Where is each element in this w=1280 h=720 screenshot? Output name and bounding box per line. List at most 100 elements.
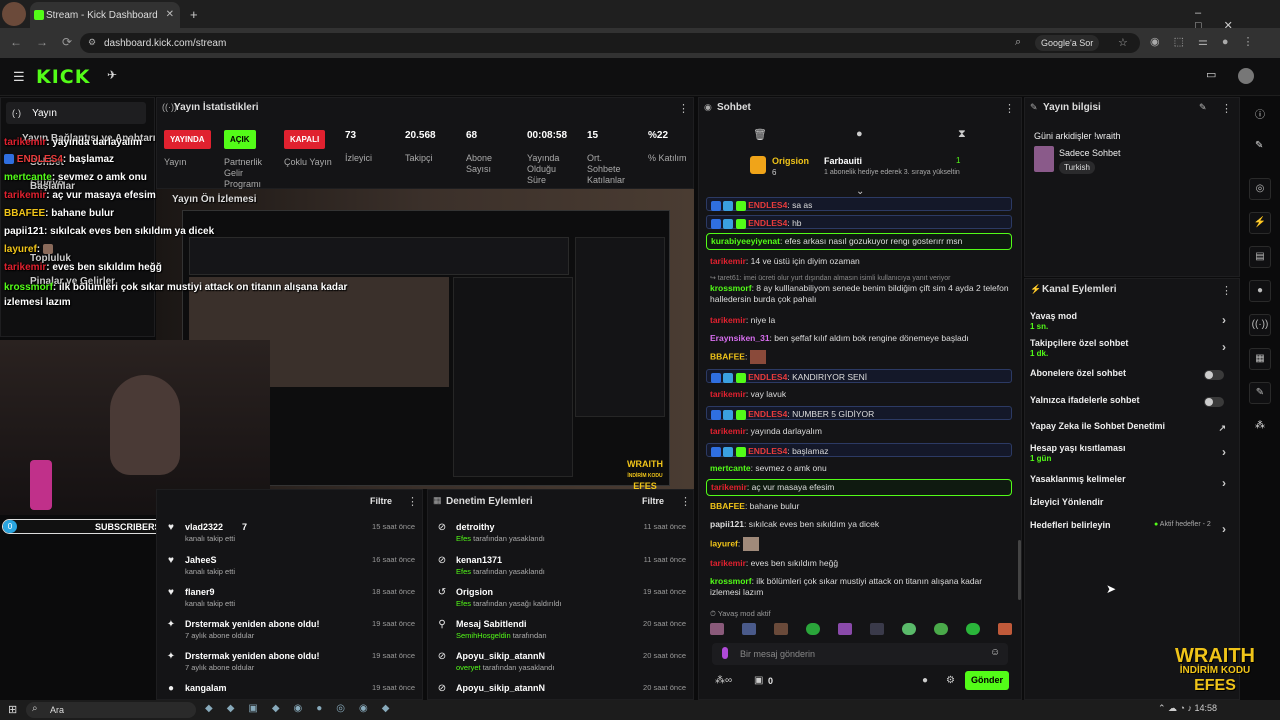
kick-logo[interactable]: KICK bbox=[36, 66, 90, 88]
toolbar-camera-icon[interactable]: ◎ bbox=[1249, 178, 1271, 200]
toolbar-bolt-icon[interactable]: ⚡ bbox=[1249, 212, 1271, 234]
chat-message[interactable]: BBAFEE: bahane bulur bbox=[710, 501, 1015, 512]
gift-icon[interactable]: ▣ bbox=[754, 675, 763, 686]
action-account-age[interactable]: Hesap yaşı kısıtlaması 1 gün › bbox=[1030, 443, 1230, 463]
chat-message[interactable]: ENDLES4: başlamaz bbox=[706, 443, 1012, 457]
settings-gear-icon[interactable]: ⚙ bbox=[946, 675, 955, 686]
emote-icon[interactable] bbox=[998, 623, 1012, 635]
emote-icon[interactable] bbox=[710, 623, 724, 635]
mic-icon[interactable] bbox=[722, 647, 728, 659]
chat-settings-bubble-icon[interactable]: ● bbox=[922, 675, 928, 686]
start-icon[interactable]: ⊞ bbox=[8, 703, 17, 716]
nav-buttons-icon[interactable]: ←→⟳ bbox=[10, 35, 86, 49]
moderation-item[interactable]: ↺ Origsion Efes tarafından yasağı kaldırıl… bbox=[438, 587, 686, 617]
hamburger-menu-icon[interactable]: ☰ bbox=[13, 69, 25, 85]
close-tab-icon[interactable]: ✕ bbox=[166, 9, 174, 20]
emote-icon[interactable] bbox=[774, 623, 788, 635]
emote-icon[interactable] bbox=[934, 623, 948, 635]
emote-icon[interactable] bbox=[902, 623, 916, 635]
chat-message[interactable]: kurabiyeeyiyenat: efes arkası nasıl gozu… bbox=[706, 233, 1012, 250]
address-bar[interactable]: ⚙ dashboard.kick.com/stream ⌕ Google'a S… bbox=[80, 33, 1140, 53]
edit-info-icon[interactable]: ✎ bbox=[1199, 102, 1207, 113]
hourglass-icon[interactable]: ⧗ bbox=[958, 128, 966, 141]
info-icon[interactable]: ⓘ bbox=[1255, 106, 1265, 121]
chat-bubble-icon[interactable]: ● bbox=[856, 128, 863, 140]
activity-item[interactable]: ✦ Drstermak yeniden abone oldu! 7 aylık ab… bbox=[167, 619, 415, 649]
action-slow-mode[interactable]: Yavaş mod 1 sn. › bbox=[1030, 311, 1230, 331]
moderation-item[interactable]: ⊘ Apoyu_sikip_atannN overyet tarafından ya… bbox=[438, 651, 686, 681]
chat-message[interactable]: ENDLES4: sa as bbox=[706, 197, 1012, 211]
emote-icon[interactable] bbox=[966, 623, 980, 635]
system-tray[interactable]: ⌃ ☁ ◔ ♪ 14:58 bbox=[1158, 703, 1217, 714]
activity-item[interactable]: ♥ flaner9 kanalı takip etti 18 saat önce bbox=[168, 587, 415, 617]
stats-menu-icon[interactable]: ⋮ bbox=[678, 102, 689, 115]
chat-message[interactable]: papii121: sıkılcak eves ben sıkıldım ya … bbox=[710, 519, 1015, 530]
info-menu-icon[interactable]: ⋮ bbox=[1221, 102, 1232, 115]
chat-message[interactable]: krossmorf: 8 ay kulllanabiliyom senede b… bbox=[710, 283, 1015, 305]
action-emotes-only[interactable]: Yalnızca ifadelerle sohbet bbox=[1030, 395, 1230, 407]
send-button[interactable]: Gönder bbox=[965, 671, 1009, 690]
broadcast-icon[interactable]: ▭ bbox=[1206, 68, 1216, 81]
action-raid[interactable]: İzleyici Yönlendir bbox=[1030, 497, 1230, 507]
activity-item[interactable]: ♥ vlad2322 kanalı takip etti 15 saat önce bbox=[168, 522, 415, 552]
google-lens-button[interactable]: Google'a Sor bbox=[1035, 35, 1100, 51]
chat-message[interactable]: mertcante: sevmez o amk onu bbox=[710, 463, 1015, 474]
chat-message[interactable]: layuref: bbox=[710, 537, 1015, 551]
emote-bar[interactable] bbox=[710, 621, 1015, 637]
activity-item[interactable]: ● kangalam 19 saat önce bbox=[168, 683, 415, 697]
action-followers-only[interactable]: Takipçilere özel sohbet 1 dk. › bbox=[1030, 338, 1230, 358]
moderation-menu-icon[interactable]: ⋮ bbox=[680, 495, 691, 508]
zoom-icon[interactable]: ⌕ bbox=[1015, 36, 1021, 49]
chat-message[interactable]: ENDLES4: NUMBER 5 GİDİYOR bbox=[706, 406, 1012, 420]
action-goals[interactable]: Hedefleri belirleyin ● Aktif hedefler - 2… bbox=[1030, 520, 1230, 536]
moderation-item[interactable]: ⊘ kenan1371 Efes tarafından yasaklandı 11 s… bbox=[438, 555, 686, 585]
category-name[interactable]: Sadece Sohbet bbox=[1059, 148, 1121, 158]
browser-tab[interactable]: Stream - Kick Dashboard ✕ bbox=[30, 2, 180, 28]
toolbar-layers-icon[interactable]: ▦ bbox=[1249, 348, 1271, 370]
emote-icon[interactable] bbox=[806, 623, 820, 635]
chat-menu-icon[interactable]: ⋮ bbox=[1004, 102, 1015, 115]
taskbar-search[interactable]: ⌕ Ara bbox=[26, 702, 196, 718]
user-avatar[interactable] bbox=[1238, 68, 1254, 84]
site-info-icon[interactable]: ⚙ bbox=[88, 37, 96, 48]
toolbar-users-icon[interactable]: ⁂ bbox=[1255, 420, 1265, 431]
moderation-filter-button[interactable]: Filtre bbox=[642, 496, 664, 506]
chat-message[interactable]: tarikemir: eves ben sıkıldım heğğ bbox=[710, 558, 1015, 569]
emote-icon[interactable] bbox=[742, 623, 756, 635]
chat-message[interactable]: ENDLES4: hb bbox=[706, 215, 1012, 229]
action-subscribers-only[interactable]: Abonelere özel sohbet bbox=[1030, 368, 1230, 380]
chat-message[interactable]: tarikemir: vay lavuk bbox=[710, 389, 1015, 400]
toolbar-chat-icon[interactable]: ● bbox=[1249, 280, 1271, 302]
action-banned-words[interactable]: Yasaklanmış kelimeler › bbox=[1030, 474, 1230, 490]
chat-input[interactable]: Bir mesaj gönderin ☺ bbox=[712, 643, 1008, 665]
edit-icon[interactable]: ✎ bbox=[1255, 140, 1263, 151]
moderation-item[interactable]: ⚲ Mesaj Sabitlendi SemihHosgeldin tarafınd… bbox=[438, 619, 686, 649]
toolbar-broadcast-icon[interactable]: ((·)) bbox=[1249, 314, 1271, 336]
chat-scrollbar[interactable] bbox=[1018, 540, 1021, 600]
moderation-item[interactable]: ⊘ Apoyu_sikip_atannN 20 saat önce bbox=[438, 683, 686, 697]
chat-message[interactable]: tarikemir: 14 ve üstü için diyim ozaman bbox=[710, 256, 1015, 267]
sidebar-item-stream[interactable]: (·) Yayın bbox=[6, 102, 146, 124]
activity-item[interactable]: ♥ JaheeS kanalı takip etti 16 saat önce bbox=[168, 555, 415, 585]
chat-message[interactable]: Eraynsiken_31: ben şeffaf kılıf aldım bo… bbox=[710, 333, 1015, 344]
activity-filter-button[interactable]: Filtre bbox=[370, 496, 392, 506]
collapse-chevron-icon[interactable]: ⌄ bbox=[856, 186, 864, 197]
subs-only-toggle[interactable] bbox=[1204, 370, 1224, 380]
trash-icon[interactable]: 🗑 bbox=[753, 128, 767, 141]
taskbar-apps[interactable]: ◆◆▣◆◉●◎◉◆ bbox=[205, 703, 403, 714]
action-ai-moderation[interactable]: Yapay Zeka ile Sohbet Denetimi ↗ bbox=[1030, 421, 1230, 433]
chat-message[interactable]: BBAFEE: bbox=[710, 350, 1015, 364]
new-tab-icon[interactable]: + bbox=[190, 7, 198, 22]
toolbar-doc-icon[interactable]: ▤ bbox=[1249, 246, 1271, 268]
emote-icon[interactable] bbox=[870, 623, 884, 635]
activity-menu-icon[interactable]: ⋮ bbox=[407, 495, 418, 508]
bookmark-star-icon[interactable]: ☆ bbox=[1118, 36, 1128, 49]
emoji-icon[interactable]: ☺ bbox=[990, 647, 1000, 658]
toolbar-tool-icon[interactable]: ✎ bbox=[1249, 382, 1271, 404]
chat-message[interactable]: tarikemir: niye la bbox=[710, 315, 1015, 326]
chat-message[interactable]: ENDLES4: KANDIRIYOR SENİ bbox=[706, 369, 1012, 383]
extension-icons[interactable]: ◉⬚⚌●⋮ bbox=[1150, 35, 1268, 48]
emotes-only-toggle[interactable] bbox=[1204, 397, 1224, 407]
moderation-item[interactable]: ⊘ detroithy Efes tarafından yasaklandı 11 s… bbox=[438, 522, 686, 552]
activity-item[interactable]: ✦ Drstermak yeniden abone oldu! 7 aylık ab… bbox=[167, 651, 415, 681]
